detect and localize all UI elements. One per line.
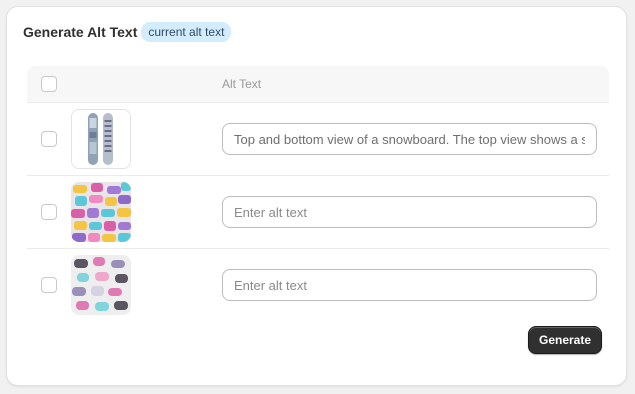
alt-text-input[interactable]: [222, 269, 597, 301]
dumbbells-image: [71, 255, 131, 315]
row-checkbox[interactable]: [41, 277, 57, 293]
table-row: [27, 176, 609, 249]
generate-button[interactable]: Generate: [528, 326, 602, 354]
snowboard-thumbnail: [71, 109, 131, 169]
current-alt-text-badge: current alt text: [141, 22, 232, 42]
table-header: Alt Text: [27, 66, 609, 103]
dumbbells-image: [71, 182, 131, 242]
snowboard-image: [72, 110, 130, 168]
table-row: [27, 249, 609, 321]
dumbbells-thumbnail: [71, 182, 131, 242]
alt-text-input[interactable]: [222, 196, 597, 228]
table-row: [27, 103, 609, 176]
images-table: Alt Text: [27, 66, 609, 321]
card-header: Generate Alt Text current alt text: [23, 21, 232, 43]
alt-text-input[interactable]: [222, 123, 597, 155]
alt-text-column-header: Alt Text: [222, 77, 262, 91]
row-checkbox[interactable]: [41, 131, 57, 147]
card-title: Generate Alt Text: [23, 24, 138, 40]
row-checkbox[interactable]: [41, 204, 57, 220]
dumbbells-thumbnail: [71, 255, 131, 315]
select-all-checkbox[interactable]: [41, 76, 57, 92]
